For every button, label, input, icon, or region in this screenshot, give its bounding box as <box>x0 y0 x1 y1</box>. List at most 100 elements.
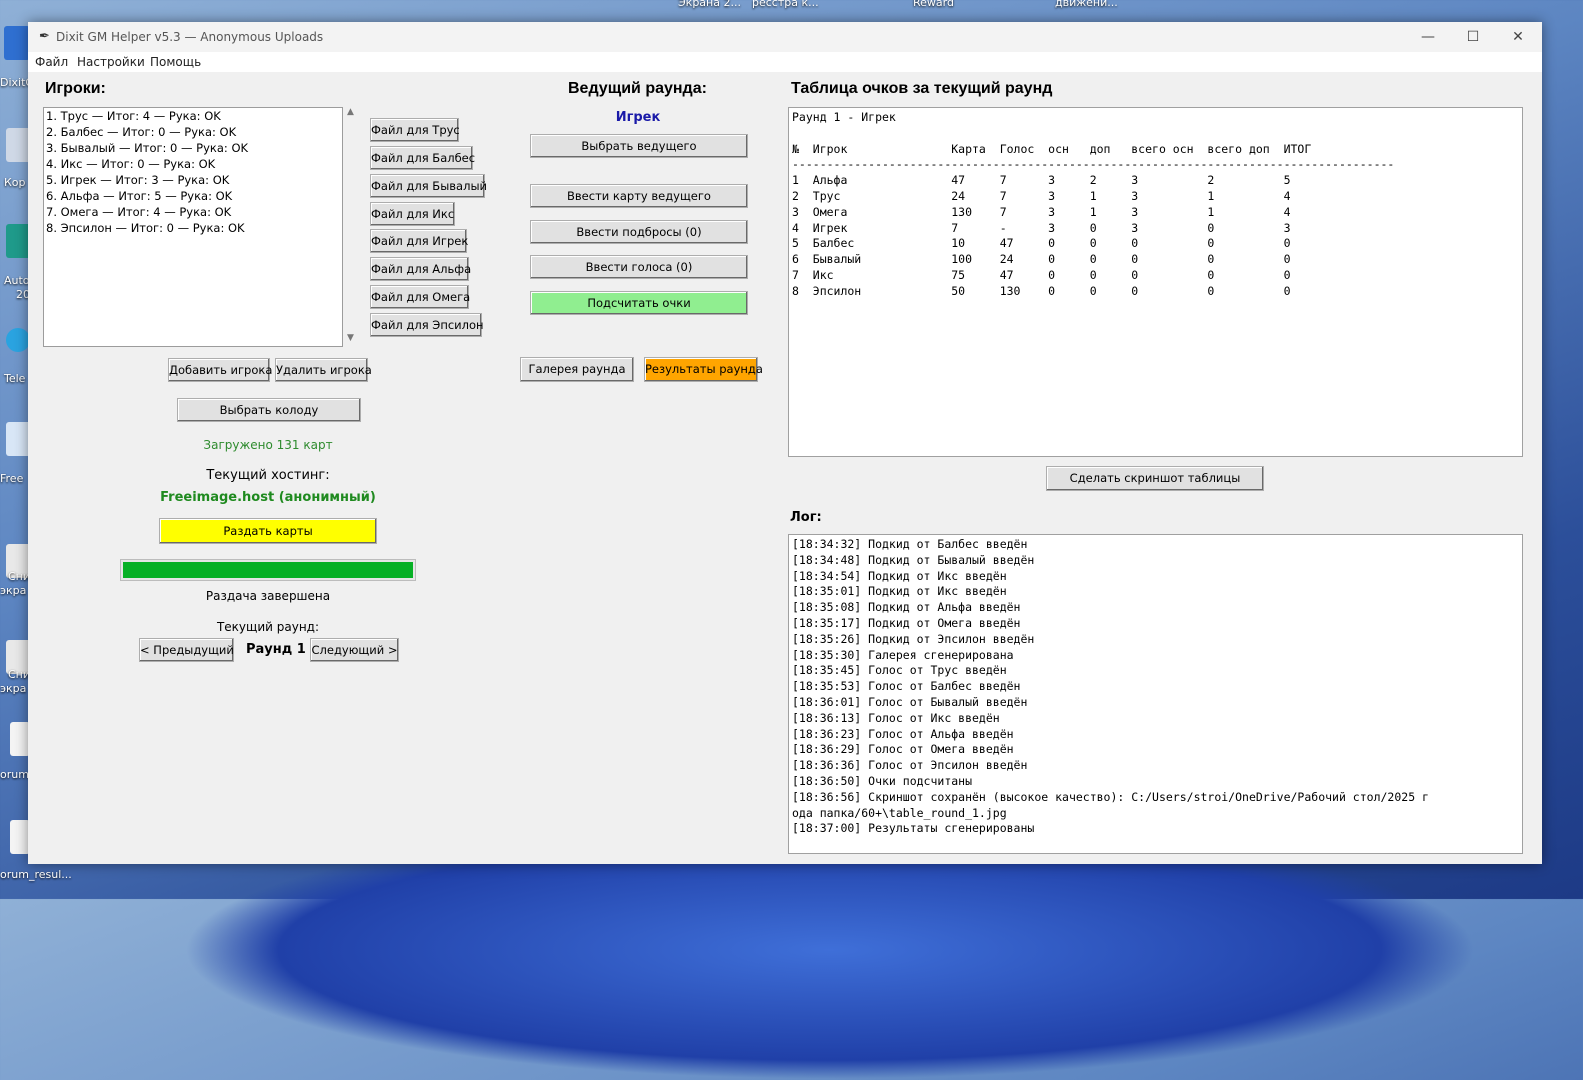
text-line: [18:34:48] Подкид от Бывалый введён <box>792 552 1035 567</box>
list-item[interactable]: 1. Трус — Итог: 4 — Рука: OK <box>46 109 221 123</box>
text-line: № Игрок Карта Голос осн доп всего осн вс… <box>792 141 1312 156</box>
minimize-button[interactable]: — <box>1408 25 1448 49</box>
title-bar[interactable]: ✒ Dixit GM Helper v5.3 — Anonymous Uploa… <box>28 22 1542 52</box>
document-icon[interactable] <box>10 722 30 756</box>
file-button-byvaly[interactable]: Файл для Бывалый <box>370 174 487 198</box>
prev-round-button[interactable]: < Предыдущий <box>139 638 234 662</box>
menu-settings[interactable]: Настройки <box>77 55 145 69</box>
list-item[interactable]: 2. Балбес — Итог: 0 — Рука: OK <box>46 125 236 139</box>
players-scrollbar[interactable]: ▲ ▼ <box>343 107 361 347</box>
file-button-alfa[interactable]: Файл для Альфа <box>370 257 471 281</box>
text-line: [18:35:26] Подкид от Эпсилон введён <box>792 631 1035 646</box>
desktop-app-icon[interactable] <box>4 26 30 60</box>
remove-player-button[interactable]: Удалить игрока <box>275 358 372 382</box>
round-value: Раунд 1 <box>246 642 306 657</box>
desktop-left-label-6[interactable]: Free <box>0 472 23 485</box>
text-line: 4 Игрек 7 - 3 0 3 0 3 <box>792 220 1291 235</box>
file-button-trus[interactable]: Файл для Трус <box>370 118 460 142</box>
window-title: Dixit GM Helper v5.3 — Anonymous Uploads <box>56 30 324 44</box>
desktop-left-label-9[interactable]: Сни <box>8 668 30 681</box>
list-item[interactable]: 6. Альфа — Итог: 5 — Рука: OK <box>46 189 232 203</box>
text-line: ----------------------------------------… <box>792 157 1395 172</box>
text-line: Раунд 1 - Игрек <box>792 110 896 124</box>
next-round-button[interactable]: Следующий > <box>310 638 399 662</box>
desktop-top-label-4[interactable]: движени... <box>1055 0 1118 9</box>
desktop-top-label-3[interactable]: Reward <box>913 0 954 9</box>
leader-name: Игрек <box>615 110 661 125</box>
log-heading: Лог: <box>790 510 822 525</box>
file-button-balbes[interactable]: Файл для Балбес <box>370 146 475 170</box>
screenshot-table-button[interactable]: Сделать скриншот таблицы <box>1046 466 1264 491</box>
list-item[interactable]: 8. Эпсилон — Итог: 0 — Рука: OK <box>46 221 245 235</box>
file-button-igrek[interactable]: Файл для Игрек <box>370 229 468 253</box>
players-list[interactable]: 1. Трус — Итог: 4 — Рука: OK 2. Балбес —… <box>43 107 343 347</box>
menu-help[interactable]: Помощь <box>150 55 201 69</box>
menu-bar: Файл Настройки Помощь <box>28 52 1542 72</box>
text-line: [18:34:32] Подкид от Балбес введён <box>792 537 1028 551</box>
scroll-down-icon[interactable]: ▼ <box>347 333 354 343</box>
document-icon[interactable] <box>10 820 30 854</box>
text-line: ода папка/60+\table_round_1.jpg <box>792 805 1007 820</box>
text-line: [18:35:01] Подкид от Икс введён <box>792 584 1007 599</box>
desktop-left-label-5[interactable]: Tele <box>4 372 25 385</box>
count-points-button[interactable]: Подсчитать очки <box>530 291 748 315</box>
file-button-iks[interactable]: Файл для Икс <box>370 202 455 226</box>
hosting-value: Freeimage.host (анонимный) <box>160 490 376 505</box>
menu-file[interactable]: Файл <box>35 55 68 69</box>
deal-status: Раздача завершена <box>205 589 331 603</box>
list-item[interactable]: 3. Бывалый — Итог: 0 — Рука: OK <box>46 141 248 155</box>
text-line: [18:36:36] Голос от Эпсилон введён <box>792 758 1028 773</box>
desktop-left-label-2[interactable]: Кор <box>4 176 26 189</box>
maximize-button[interactable]: ☐ <box>1453 25 1493 49</box>
log-textbox[interactable]: [18:34:32] Подкид от Балбес введён [18:34… <box>788 534 1523 854</box>
text-line: [18:35:45] Голос от Трус введён <box>792 663 1007 678</box>
enter-throws-button[interactable]: Ввести подбросы (0) <box>530 220 748 244</box>
feather-icon: ✒ <box>39 29 50 44</box>
file-button-omega[interactable]: Файл для Омега <box>370 285 470 309</box>
text-line: [18:35:08] Подкид от Альфа введён <box>792 600 1021 615</box>
text-line: [18:36:13] Голос от Икс введён <box>792 710 1000 725</box>
add-player-button[interactable]: Добавить игрока <box>168 358 272 382</box>
telegram-icon[interactable] <box>6 328 30 352</box>
desktop-bottom-label[interactable]: orum_resul... <box>0 868 72 881</box>
app-window: ✒ Dixit GM Helper v5.3 — Anonymous Uploa… <box>28 22 1542 864</box>
text-line: 2 Трус 24 7 3 1 3 1 4 <box>792 189 1291 203</box>
deal-cards-button[interactable]: Раздать карты <box>159 518 377 544</box>
round-results-button[interactable]: Результаты раунда <box>644 357 763 382</box>
file-button-epsilon[interactable]: Файл для Эпсилон <box>370 313 484 337</box>
desktop-left-label-11[interactable]: orum <box>0 768 29 781</box>
desktop-left-label-8[interactable]: экра <box>0 584 26 597</box>
scroll-up-icon[interactable]: ▲ <box>347 107 354 117</box>
list-item[interactable]: 5. Игрек — Итог: 3 — Рука: OK <box>46 173 229 187</box>
list-item[interactable]: 7. Омега — Итог: 4 — Рука: OK <box>46 205 231 219</box>
list-item[interactable]: 4. Икс — Итог: 0 — Рука: OK <box>46 157 215 171</box>
enter-leader-card-button[interactable]: Ввести карту ведущего <box>530 184 748 208</box>
text-line: [18:37:00] Результаты сгенерированы <box>792 821 1035 836</box>
text-line: [18:36:50] Очки подсчитаны <box>792 774 973 788</box>
text-line: 8 Эпсилон 50 130 0 0 0 0 0 <box>792 283 1291 298</box>
text-line: [18:36:56] Скриншот сохранён (высокое ка… <box>792 789 1429 804</box>
choose-leader-button[interactable]: Выбрать ведущего <box>530 134 748 158</box>
desktop-left-label-7[interactable]: Сни <box>8 570 30 583</box>
hosting-label: Текущий хостинг: <box>206 468 330 483</box>
text-line: 1 Альфа 47 7 3 2 3 2 5 <box>792 173 1291 188</box>
text-line: [18:35:17] Подкид от Омега введён <box>792 616 1021 630</box>
round-gallery-button[interactable]: Галерея раунда <box>520 357 634 382</box>
score-table-textbox[interactable]: Раунд 1 - Игрек № Игрок Карта Голос осн д… <box>788 107 1523 457</box>
players-heading: Игроки: <box>45 80 106 97</box>
text-line: [18:36:29] Голос от Омега введён <box>792 742 1014 757</box>
close-button[interactable]: ✕ <box>1498 25 1538 49</box>
score-table-heading: Таблица очков за текущий раунд <box>791 80 1053 97</box>
text-line: 5 Балбес 10 47 0 0 0 0 0 <box>792 236 1291 251</box>
desktop-left-label-10[interactable]: экра <box>0 682 26 695</box>
text-line: 3 Омега 130 7 3 1 3 1 4 <box>792 204 1291 219</box>
leader-heading: Ведущий раунда: <box>568 80 707 97</box>
text-line: 6 Бывалый 100 24 0 0 0 0 0 <box>792 252 1291 267</box>
desktop-left-label-3[interactable]: Auto <box>4 274 30 287</box>
progress-fill <box>123 562 413 578</box>
choose-deck-button[interactable]: Выбрать колоду <box>177 398 361 422</box>
desktop-top-label-2[interactable]: ресстра к... <box>752 0 819 9</box>
text-line: [18:36:01] Голос от Бывалый введён <box>792 695 1028 709</box>
enter-votes-button[interactable]: Ввести голоса (0) <box>530 255 748 279</box>
desktop-top-label-1[interactable]: Экрана 2... <box>678 0 741 9</box>
